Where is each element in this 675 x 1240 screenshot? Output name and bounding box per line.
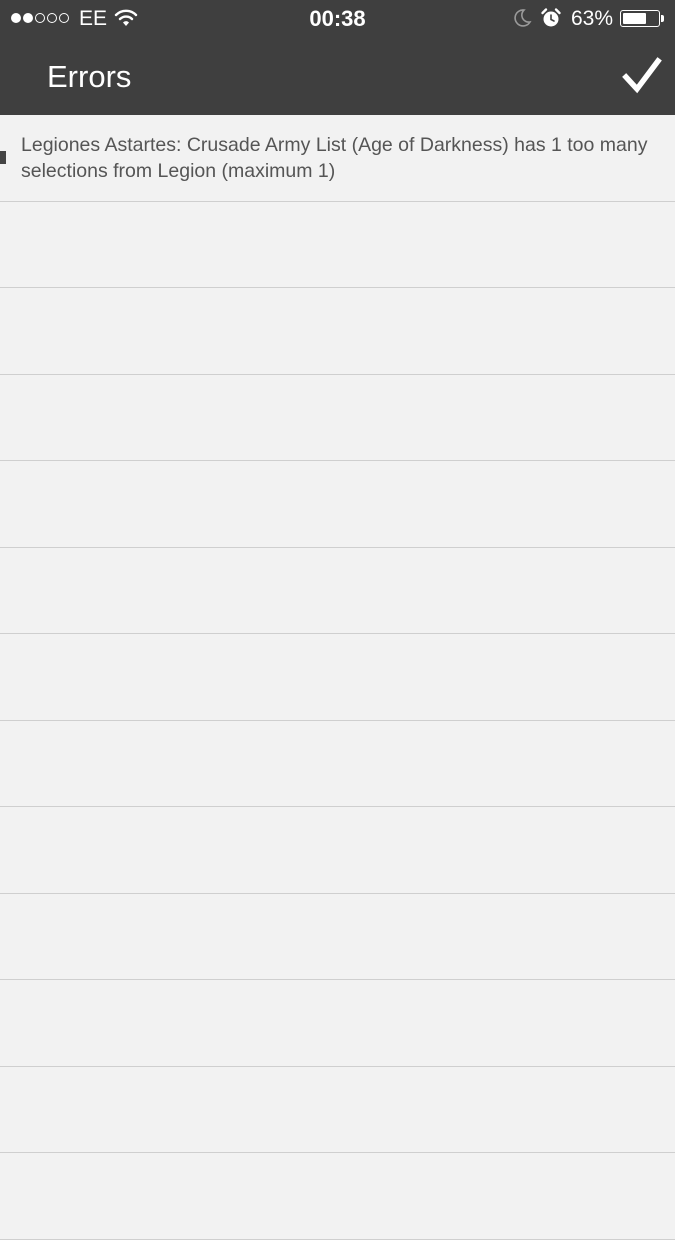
moon-icon [514, 9, 532, 27]
empty-row [0, 375, 675, 461]
page-title: Errors [47, 59, 132, 94]
checkmark-icon[interactable] [622, 56, 662, 96]
empty-row [0, 461, 675, 548]
empty-row [0, 721, 675, 807]
error-message: Legiones Astartes: Crusade Army List (Ag… [21, 134, 648, 182]
app-header: EE 00:38 63% Errors [0, 0, 675, 115]
empty-row [0, 980, 675, 1067]
empty-row [0, 1153, 675, 1240]
empty-row [0, 1067, 675, 1153]
error-marker [0, 151, 6, 164]
empty-row [0, 807, 675, 894]
empty-row [0, 288, 675, 375]
empty-row [0, 202, 675, 288]
empty-row [0, 634, 675, 721]
battery-level-fill [623, 13, 646, 24]
alarm-icon [541, 8, 561, 27]
battery-cap [661, 15, 664, 22]
status-bar: EE 00:38 63% [0, 0, 675, 38]
battery-icon [620, 10, 660, 27]
error-row[interactable]: Legiones Astartes: Crusade Army List (Ag… [0, 115, 675, 202]
battery-percentage: 63% [571, 7, 614, 30]
errors-list: Legiones Astartes: Crusade Army List (Ag… [0, 115, 675, 1240]
empty-row [0, 894, 675, 980]
empty-row [0, 548, 675, 634]
